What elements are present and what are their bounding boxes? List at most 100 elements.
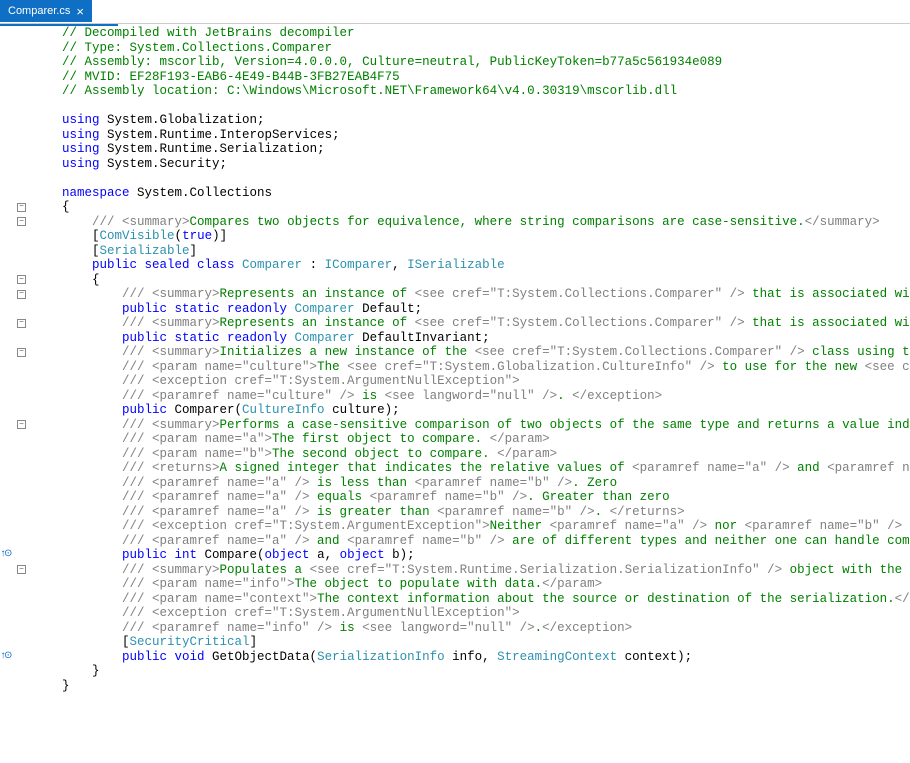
fold-icon[interactable]	[17, 420, 26, 429]
gutter-line	[0, 200, 28, 215]
gutter-line	[0, 592, 28, 607]
gutter-line	[0, 215, 28, 230]
code-line[interactable]: /// <exception cref="T:System.ArgumentNu…	[32, 606, 910, 621]
code-line[interactable]: }	[32, 679, 910, 694]
gutter-line	[0, 345, 28, 360]
gutter-line	[0, 55, 28, 70]
code-line[interactable]: // Assembly: mscorlib, Version=4.0.0.0, …	[32, 55, 910, 70]
gutter-line	[0, 99, 28, 114]
code-line[interactable]: }	[32, 664, 910, 679]
code-line[interactable]: /// <param name="culture">The <see cref=…	[32, 360, 910, 375]
code-line[interactable]: [Serializable]	[32, 244, 910, 259]
gutter-line	[0, 490, 28, 505]
code-line[interactable]: /// <exception cref="T:System.ArgumentEx…	[32, 519, 910, 534]
gutter-line	[0, 113, 28, 128]
gutter-line	[0, 505, 28, 520]
gutter-line	[0, 534, 28, 549]
gutter-line	[0, 142, 28, 157]
gutter-line	[0, 650, 28, 665]
code-line[interactable]: public int Compare(object a, object b);	[32, 548, 910, 563]
override-icon[interactable]	[0, 548, 10, 563]
fold-icon[interactable]	[17, 275, 26, 284]
fold-icon[interactable]	[17, 319, 26, 328]
code-area[interactable]: // Decompiled with JetBrains decompiler …	[28, 26, 910, 763]
fold-icon[interactable]	[17, 217, 26, 226]
gutter-line	[0, 258, 28, 273]
gutter-line	[0, 403, 28, 418]
code-line[interactable]: /// <summary>Initializes a new instance …	[32, 345, 910, 360]
code-line[interactable]: [SecurityCritical]	[32, 635, 910, 650]
close-icon[interactable]: ×	[76, 5, 84, 18]
tab-comparer[interactable]: Comparer.cs ×	[0, 0, 92, 22]
gutter-line	[0, 418, 28, 433]
code-line[interactable]: /// <returns>A signed integer that indic…	[32, 461, 910, 476]
gutter-line	[0, 447, 28, 462]
fold-icon[interactable]	[17, 348, 26, 357]
code-line[interactable]: /// <param name="a">The first object to …	[32, 432, 910, 447]
code-line[interactable]: using System.Security;	[32, 157, 910, 172]
code-line[interactable]: /// <param name="info">The object to pop…	[32, 577, 910, 592]
gutter-line	[0, 186, 28, 201]
code-line[interactable]: using System.Runtime.Serialization;	[32, 142, 910, 157]
code-line[interactable]: // Type: System.Collections.Comparer	[32, 41, 910, 56]
gutter-line	[0, 577, 28, 592]
code-line[interactable]: // Decompiled with JetBrains decompiler	[32, 26, 910, 41]
code-line[interactable]: using System.Runtime.InteropServices;	[32, 128, 910, 143]
code-line[interactable]: /// <summary>Represents an instance of <…	[32, 287, 910, 302]
fold-icon[interactable]	[17, 565, 26, 574]
code-line[interactable]	[32, 99, 910, 114]
code-line[interactable]: // MVID: EF28F193-EAB6-4E49-B44B-3FB27EA…	[32, 70, 910, 85]
gutter-line	[0, 229, 28, 244]
gutter-line	[0, 316, 28, 331]
gutter-line	[0, 389, 28, 404]
gutter-line	[0, 128, 28, 143]
code-line[interactable]: public Comparer(CultureInfo culture);	[32, 403, 910, 418]
fold-icon[interactable]	[17, 290, 26, 299]
code-line[interactable]: /// <summary>Compares two objects for eq…	[32, 215, 910, 230]
gutter-line	[0, 664, 28, 679]
gutter-line	[0, 157, 28, 172]
code-line[interactable]: /// <param name="context">The context in…	[32, 592, 910, 607]
code-line[interactable]: /// <paramref name="a" /> is less than <…	[32, 476, 910, 491]
tab-label: Comparer.cs	[8, 5, 70, 17]
gutter-line	[0, 84, 28, 99]
gutter-line	[0, 476, 28, 491]
code-line[interactable]: // Assembly location: C:\Windows\Microso…	[32, 84, 910, 99]
gutter-line	[0, 26, 28, 41]
code-line[interactable]: /// <summary>Represents an instance of <…	[32, 316, 910, 331]
code-line[interactable]: /// <param name="b">The second object to…	[32, 447, 910, 462]
gutter-line	[0, 432, 28, 447]
code-line[interactable]: public static readonly Comparer DefaultI…	[32, 331, 910, 346]
code-line[interactable]: {	[32, 200, 910, 215]
gutter-line	[0, 273, 28, 288]
code-line[interactable]: {	[32, 273, 910, 288]
gutter-line	[0, 679, 28, 694]
code-line[interactable]: /// <paramref name="a" /> equals <paramr…	[32, 490, 910, 505]
override-icon[interactable]	[0, 650, 10, 665]
gutter-line	[0, 287, 28, 302]
gutter-line	[0, 635, 28, 650]
code-line[interactable]: public sealed class Comparer : IComparer…	[32, 258, 910, 273]
code-line[interactable]: [ComVisible(true)]	[32, 229, 910, 244]
code-line[interactable]: using System.Globalization;	[32, 113, 910, 128]
code-line[interactable]: namespace System.Collections	[32, 186, 910, 201]
code-editor[interactable]: // Decompiled with JetBrains decompiler …	[0, 26, 910, 763]
code-line[interactable]: /// <exception cref="T:System.ArgumentNu…	[32, 374, 910, 389]
code-line[interactable]: /// <paramref name="a" /> and <paramref …	[32, 534, 910, 549]
code-line[interactable]	[32, 171, 910, 186]
gutter-line	[0, 519, 28, 534]
fold-icon[interactable]	[17, 203, 26, 212]
code-line[interactable]: /// <paramref name="culture" /> is <see …	[32, 389, 910, 404]
code-line[interactable]: /// <summary>Performs a case-sensitive c…	[32, 418, 910, 433]
gutter-line	[0, 461, 28, 476]
code-line[interactable]: public void GetObjectData(SerializationI…	[32, 650, 910, 665]
code-line[interactable]: /// <summary>Populates a <see cref="T:Sy…	[32, 563, 910, 578]
code-line[interactable]: /// <paramref name="info" /> is <see lan…	[32, 621, 910, 636]
code-line[interactable]: public static readonly Comparer Default;	[32, 302, 910, 317]
gutter-line	[0, 331, 28, 346]
gutter-line	[0, 621, 28, 636]
gutter-line	[0, 548, 28, 563]
gutter-line	[0, 41, 28, 56]
gutter-line	[0, 171, 28, 186]
code-line[interactable]: /// <paramref name="a" /> is greater tha…	[32, 505, 910, 520]
